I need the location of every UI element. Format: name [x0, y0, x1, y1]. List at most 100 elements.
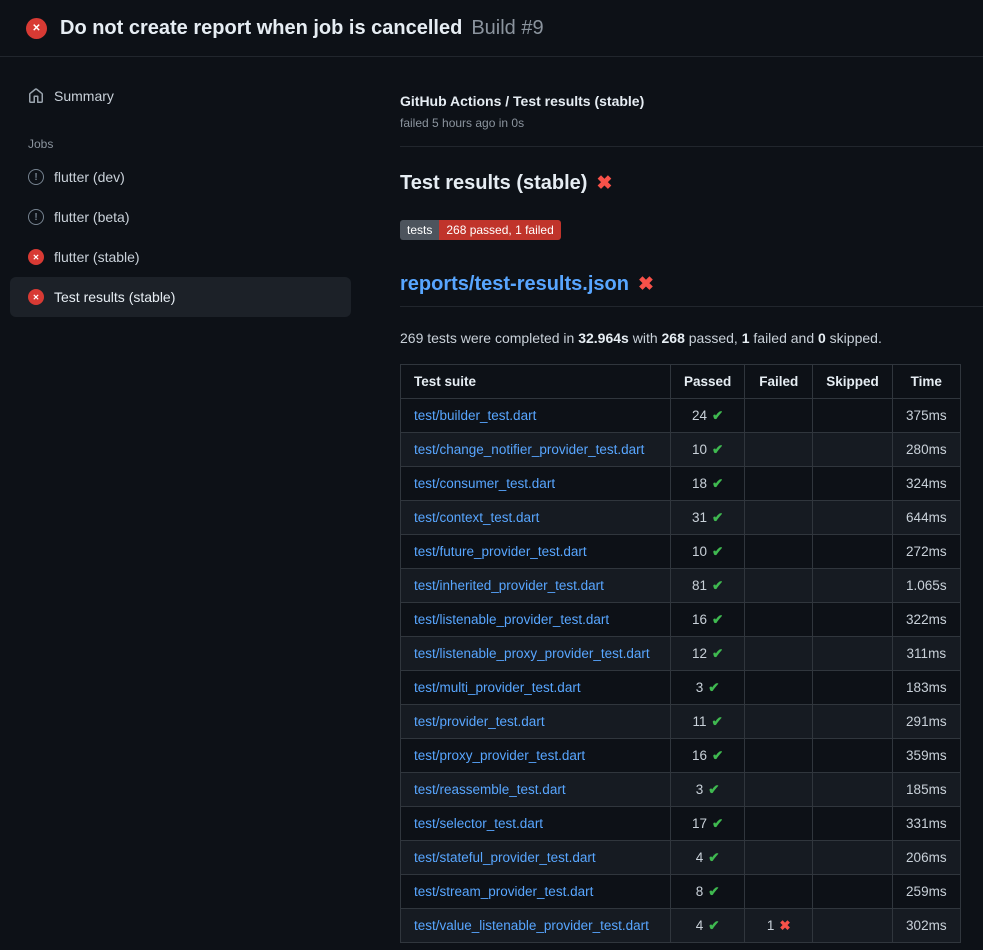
test-suite-link[interactable]: test/inherited_provider_test.dart: [414, 578, 604, 593]
skipped-cell: [813, 399, 893, 433]
check-icon: ✔: [708, 918, 719, 933]
header-test-suite: Test suite: [401, 365, 671, 399]
test-suite-link[interactable]: test/listenable_provider_test.dart: [414, 612, 609, 627]
skipped-cell: [813, 671, 893, 705]
skipped-cell: [813, 569, 893, 603]
summary-skipped: 0: [818, 330, 826, 346]
test-suite-link[interactable]: test/reassemble_test.dart: [414, 782, 566, 797]
passed-cell: 17✔: [671, 807, 745, 841]
test-suite-link[interactable]: test/consumer_test.dart: [414, 476, 555, 491]
test-suite-link[interactable]: test/future_provider_test.dart: [414, 544, 587, 559]
test-suite-row: test/reassemble_test.dart3✔185ms: [401, 773, 961, 807]
time-cell: 291ms: [892, 705, 960, 739]
passed-count: 8: [696, 884, 704, 899]
passed-count: 16: [692, 612, 707, 627]
test-suite-row: test/builder_test.dart 24✔ 375ms: [401, 399, 961, 433]
sidebar-item-summary[interactable]: Summary: [10, 81, 351, 111]
test-suite-row: test/future_provider_test.dart10✔272ms: [401, 535, 961, 569]
header-time: Time: [892, 365, 960, 399]
test-suite-link[interactable]: test/change_notifier_provider_test.dart: [414, 442, 644, 457]
test-suite-row: test/change_notifier_provider_test.dart 1…: [401, 433, 961, 467]
suite-cell: test/stream_provider_test.dart: [401, 875, 671, 909]
time-cell: 272ms: [892, 535, 960, 569]
skipped-cell: [813, 807, 893, 841]
test-suite-row: test/consumer_test.dart 18✔ 324ms: [401, 467, 961, 501]
passed-cell: 81✔: [671, 569, 745, 603]
sidebar-item-test-results-stable[interactable]: ✕ Test results (stable): [10, 277, 351, 317]
build-number: Build #9: [471, 17, 543, 40]
suite-cell: test/inherited_provider_test.dart: [401, 569, 671, 603]
test-suite-row: test/listenable_provider_test.dart 16 ✔ 322…: [401, 603, 961, 637]
test-suite-link[interactable]: test/builder_test.dart: [414, 408, 536, 423]
test-suite-link[interactable]: test/provider_test.dart: [414, 714, 545, 729]
skipped-cell: [813, 603, 893, 637]
suite-cell: test/context_test.dart: [401, 501, 671, 535]
passed-count: 10: [692, 442, 707, 457]
check-icon: ✔: [708, 782, 719, 797]
summary-line: 269 tests were completed in 32.964s with…: [400, 330, 983, 346]
time-cell: 375ms: [892, 399, 960, 433]
layout: Summary Jobs ! flutter (dev) ! flutter (…: [0, 57, 983, 943]
report-heading: reports/test-results.json ✖: [400, 273, 983, 307]
time-cell: 331ms: [892, 807, 960, 841]
failed-cell: [745, 467, 813, 501]
time-cell: 324ms: [892, 467, 960, 501]
failed-cell: [745, 569, 813, 603]
section-title: Test results (stable) ✖: [400, 172, 983, 195]
passed-count: 31: [692, 510, 707, 525]
passed-cell: 24✔: [671, 399, 745, 433]
time-cell: 322ms: [892, 603, 960, 637]
passed-cell: 18✔: [671, 467, 745, 501]
test-suite-link[interactable]: test/context_test.dart: [414, 510, 539, 525]
time-cell: 206ms: [892, 841, 960, 875]
passed-cell: 16 ✔: [671, 603, 745, 637]
tests-badge: tests 268 passed, 1 failed: [400, 220, 561, 240]
suite-cell: test/consumer_test.dart: [401, 467, 671, 501]
passed-count: 3: [696, 782, 704, 797]
sidebar-item-flutter-dev[interactable]: ! flutter (dev): [10, 157, 351, 197]
test-suite-link[interactable]: test/proxy_provider_test.dart: [414, 748, 585, 763]
sidebar-item-flutter-beta[interactable]: ! flutter (beta): [10, 197, 351, 237]
suite-cell: test/future_provider_test.dart: [401, 535, 671, 569]
check-icon: ✔: [712, 612, 723, 627]
failed-cell: [745, 807, 813, 841]
suite-cell: test/provider_test.dart: [401, 705, 671, 739]
failed-count: 1: [767, 918, 775, 933]
summary-duration: 32.964s: [578, 330, 629, 346]
time-cell: 185ms: [892, 773, 960, 807]
jobs-section-label: Jobs: [28, 137, 351, 151]
passed-count: 4: [696, 850, 704, 865]
summary-passed: 268: [662, 330, 685, 346]
failed-cell: [745, 433, 813, 467]
test-suite-link[interactable]: test/stateful_provider_test.dart: [414, 850, 596, 865]
suite-cell: test/selector_test.dart: [401, 807, 671, 841]
test-suite-link[interactable]: test/value_listenable_provider_test.dart: [414, 918, 649, 933]
jobs-list: ! flutter (dev) ! flutter (beta) ✕ flutt…: [10, 157, 351, 317]
x-icon: ✖: [779, 918, 790, 933]
test-suite-link[interactable]: test/multi_provider_test.dart: [414, 680, 581, 695]
report-link[interactable]: reports/test-results.json: [400, 273, 629, 296]
suite-cell: test/change_notifier_provider_test.dart: [401, 433, 671, 467]
test-suite-link[interactable]: test/stream_provider_test.dart: [414, 884, 593, 899]
check-icon: ✔: [712, 544, 723, 559]
failed-cell: [745, 603, 813, 637]
passed-cell: 31✔: [671, 501, 745, 535]
test-suite-link[interactable]: test/listenable_proxy_provider_test.dart: [414, 646, 650, 661]
skipped-cell: [813, 637, 893, 671]
skipped-cell: [813, 501, 893, 535]
failed-cell: [745, 875, 813, 909]
time-cell: 311ms: [892, 637, 960, 671]
failed-cell: [745, 841, 813, 875]
passed-cell: 3✔: [671, 773, 745, 807]
test-suite-link[interactable]: test/selector_test.dart: [414, 816, 543, 831]
suite-cell: test/listenable_proxy_provider_test.dart: [401, 637, 671, 671]
sidebar-item-flutter-stable[interactable]: ✕ flutter (stable): [10, 237, 351, 277]
passed-cell: 3✔: [671, 671, 745, 705]
skipped-cell: [813, 535, 893, 569]
run-title: Do not create report when job is cancell…: [60, 17, 462, 40]
x-circle-icon: ✕: [26, 18, 47, 39]
badge-label: tests: [400, 220, 439, 240]
job-label: Test results (stable): [54, 289, 175, 305]
passed-count: 18: [692, 476, 707, 491]
passed-count: 17: [692, 816, 707, 831]
